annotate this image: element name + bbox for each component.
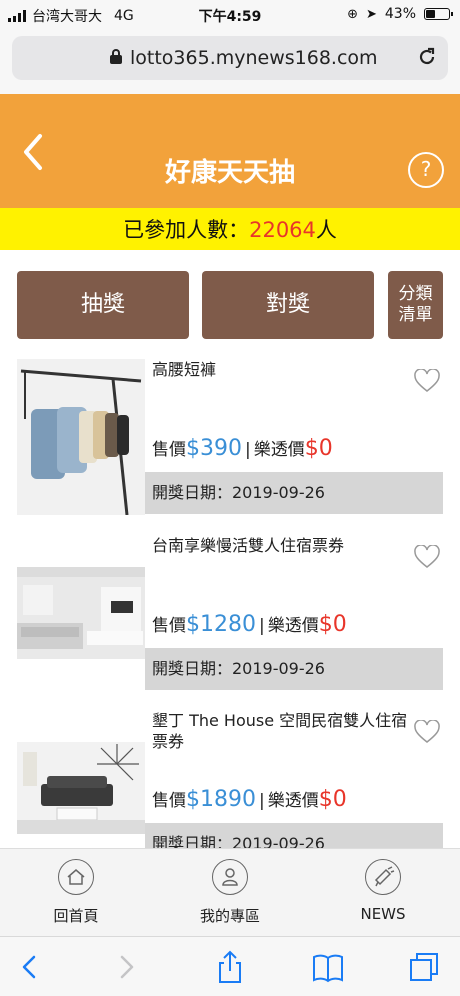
browser-address-area: lotto365.mynews168.com bbox=[0, 30, 460, 94]
price-line: 售價$390 | 樂透價$0 bbox=[152, 435, 333, 461]
location-icon: ➤ bbox=[365, 6, 377, 22]
lotto-price-value: $0 bbox=[304, 436, 333, 461]
product-image-room[interactable] bbox=[17, 567, 145, 659]
price-separator: | bbox=[259, 616, 265, 636]
participant-suffix: 人 bbox=[315, 218, 337, 242]
participant-count-banner: 已參加人數：22064人 bbox=[0, 208, 460, 250]
price-label: 售價 bbox=[152, 616, 186, 636]
battery-percent: 43% bbox=[384, 6, 416, 22]
draw-date: 開獎日期：2019-09-26 bbox=[145, 472, 443, 514]
back-icon[interactable] bbox=[12, 949, 48, 985]
app-header: 好康天天抽 ? bbox=[0, 94, 460, 208]
draw-date: 開獎日期：2019-09-26 bbox=[145, 648, 443, 690]
tab-my-area[interactable]: 我的專區 bbox=[170, 859, 290, 926]
price-separator: | bbox=[259, 791, 265, 811]
lotto-price-label: 樂透價 bbox=[253, 440, 305, 460]
category-label-line2: 清單 bbox=[398, 305, 433, 325]
heart-icon[interactable] bbox=[414, 544, 440, 569]
share-icon[interactable] bbox=[212, 949, 248, 985]
rotation-lock-icon: ⊕ bbox=[347, 6, 358, 22]
product-name[interactable]: 高腰短褲 bbox=[152, 359, 408, 380]
tab-news[interactable]: NEWS bbox=[323, 859, 443, 923]
url-text[interactable]: lotto365.mynews168.com bbox=[130, 47, 378, 69]
bottom-tab-bar: 回首頁 我的專區 NEWS bbox=[0, 848, 460, 936]
lotto-price-value: $0 bbox=[318, 612, 347, 637]
participant-count: 22064 bbox=[249, 218, 316, 242]
draw-button[interactable]: 抽獎 bbox=[17, 271, 189, 339]
price-line: 售價$1280 | 樂透價$0 bbox=[152, 611, 347, 637]
price-line: 售價$1890 | 樂透價$0 bbox=[152, 786, 347, 812]
product-image-shorts[interactable] bbox=[17, 359, 145, 516]
match-button[interactable]: 對獎 bbox=[202, 271, 374, 339]
product-item[interactable]: 台南享樂慢活雙人住宿票券 售價$1280 | 樂透價$0 開獎日期：2019-09-… bbox=[0, 535, 460, 695]
price-value: $1890 bbox=[186, 787, 256, 812]
megaphone-icon bbox=[365, 859, 401, 895]
address-bar[interactable]: lotto365.mynews168.com bbox=[12, 36, 448, 80]
forward-icon[interactable] bbox=[108, 949, 144, 985]
heart-icon[interactable] bbox=[414, 368, 440, 393]
price-label: 售價 bbox=[152, 791, 186, 811]
browser-toolbar bbox=[0, 936, 460, 996]
user-icon bbox=[212, 859, 248, 895]
page-title: 好康天天抽 bbox=[164, 158, 295, 188]
category-list-button[interactable]: 分類 清單 bbox=[388, 271, 443, 339]
product-image-living-room[interactable] bbox=[17, 742, 145, 834]
tab-my-area-label: 我的專區 bbox=[199, 907, 260, 925]
reload-icon[interactable] bbox=[416, 46, 438, 68]
tab-home[interactable]: 回首頁 bbox=[16, 859, 136, 926]
lock-icon bbox=[110, 49, 122, 64]
bookmarks-icon[interactable] bbox=[310, 949, 346, 985]
product-name[interactable]: 墾丁 The House 空間民宿雙人住宿票券 bbox=[152, 710, 408, 752]
lotto-price-value: $0 bbox=[318, 787, 347, 812]
price-separator: | bbox=[245, 440, 251, 460]
tab-news-label: NEWS bbox=[360, 905, 406, 923]
battery-icon bbox=[424, 8, 453, 20]
product-item[interactable]: 高腰短褲 售價$390 | 樂透價$0 開獎日期：2019-09-26 bbox=[0, 359, 460, 519]
participant-prefix: 已參加人數： bbox=[123, 218, 250, 242]
lotto-price-label: 樂透價 bbox=[267, 616, 319, 636]
price-value: $390 bbox=[186, 436, 242, 461]
tab-home-label: 回首頁 bbox=[53, 907, 99, 925]
lotto-price-label: 樂透價 bbox=[267, 791, 319, 811]
heart-icon[interactable] bbox=[414, 719, 440, 744]
category-label-line1: 分類 bbox=[398, 284, 433, 304]
status-bar: 台湾大哥大 4G 下午4:59 ⊕ ➤ 43% bbox=[0, 0, 460, 30]
price-label: 售價 bbox=[152, 440, 186, 460]
home-icon bbox=[58, 859, 94, 895]
product-name[interactable]: 台南享樂慢活雙人住宿票券 bbox=[152, 535, 408, 556]
tabs-icon[interactable] bbox=[406, 949, 442, 985]
product-item[interactable]: 墾丁 The House 空間民宿雙人住宿票券 售價$1890 | 樂透價$0 開獎… bbox=[0, 710, 460, 870]
price-value: $1280 bbox=[186, 612, 256, 637]
help-icon[interactable]: ? bbox=[408, 152, 444, 188]
